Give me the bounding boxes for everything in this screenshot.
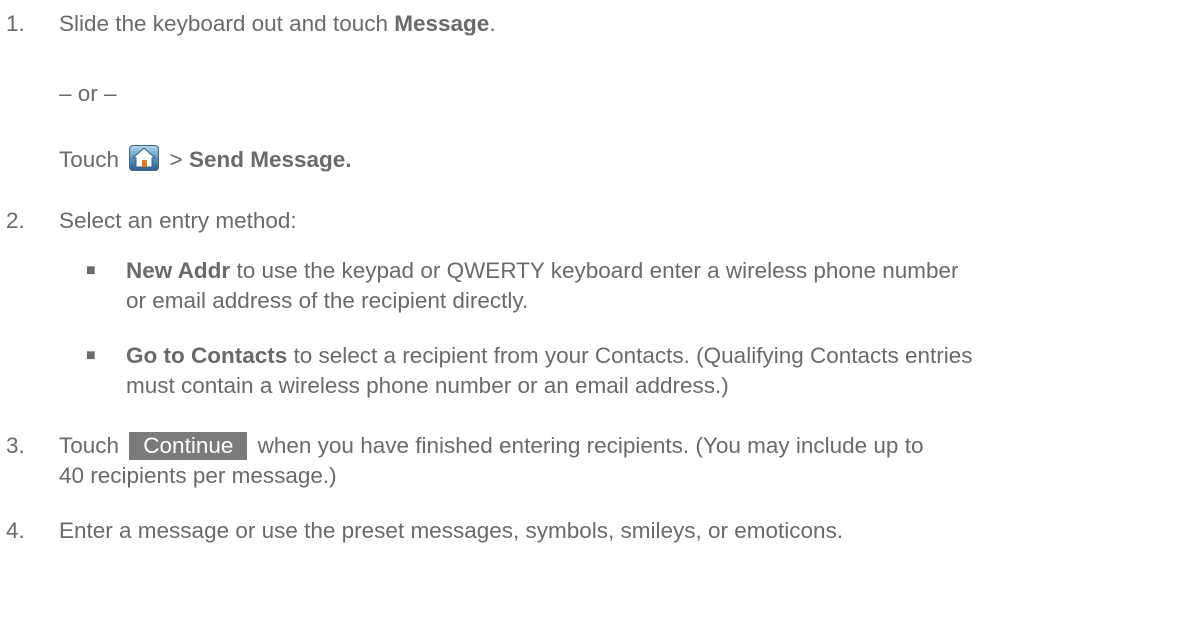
home-icon <box>129 145 160 171</box>
bullet-text-cont: or email address of the recipient direct… <box>126 288 529 313</box>
bullet-text: to use the keypad or QWERTY keyboard ent… <box>230 258 959 283</box>
or-separator: – or – <box>59 81 117 106</box>
touch-sep: > <box>163 147 189 172</box>
step-text: Touch <box>59 433 126 458</box>
step-number: 4. <box>6 518 25 543</box>
step-bold: Message <box>394 11 490 36</box>
step-text: . <box>489 11 496 36</box>
bullet-bold: Go to Contacts <box>126 343 288 368</box>
step-text-cont: 40 recipients per message.) <box>59 463 337 488</box>
continue-button: Continue <box>129 432 248 460</box>
step-text: Select an entry method: <box>59 208 297 233</box>
send-message-label: Send Message. <box>188 147 352 172</box>
step-number: 3. <box>6 433 25 458</box>
bullet-text-cont: must contain a wireless phone number or … <box>126 373 729 398</box>
step-text: when you have finished entering recipien… <box>251 433 924 458</box>
step-text: Slide the keyboard out and touch <box>59 11 395 36</box>
touch-text: Touch <box>59 147 126 172</box>
square-bullet: ■ <box>86 347 96 364</box>
square-bullet: ■ <box>86 262 96 279</box>
step-number: 2. <box>6 208 25 233</box>
bullet-bold: New Addr <box>126 258 231 283</box>
bullet-text: to select a recipient from your Contacts… <box>287 343 973 368</box>
step-number: 1. <box>6 11 25 36</box>
touch-home-line: Touch > Send Message. <box>59 145 352 174</box>
step-text: Enter a message or use the preset messag… <box>59 518 844 543</box>
